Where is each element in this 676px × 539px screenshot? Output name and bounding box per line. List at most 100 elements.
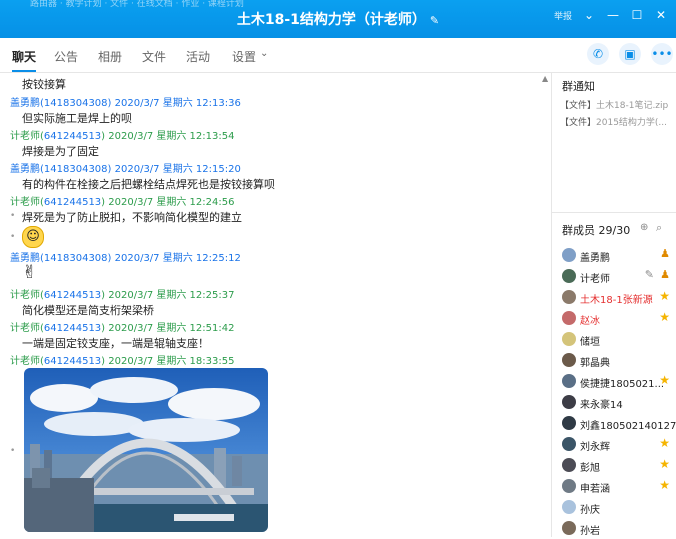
sender-qq[interactable]: 641244513 bbox=[44, 290, 101, 301]
sender-qq[interactable]: 641244513 bbox=[44, 356, 101, 367]
message-time: 2020/3/7 星期六 12:51:42 bbox=[108, 323, 235, 334]
tab-files[interactable]: 文件 bbox=[142, 48, 166, 65]
member-name: 彭旭 bbox=[580, 463, 600, 474]
message-time: 2020/3/7 星期六 12:25:12 bbox=[114, 253, 241, 264]
member-name: 刘永辉 bbox=[580, 442, 610, 453]
more-icon[interactable]: ••• bbox=[651, 43, 673, 65]
member-name: 盖勇鹏 bbox=[580, 253, 610, 264]
screen-share-icon[interactable]: ▣ bbox=[619, 43, 641, 65]
sender-qq[interactable]: 1418304308 bbox=[44, 164, 108, 175]
avatar bbox=[562, 521, 576, 535]
notice-file[interactable]: 土木18-1笔记.zip bbox=[596, 101, 668, 111]
message-text: 有的构件在栓接之后把螺栓结点焊死也是按铰接算呗 bbox=[22, 178, 275, 191]
sender-qq[interactable]: 641244513 bbox=[44, 197, 101, 208]
message-text: 焊死是为了防止脱扣，不影响简化模型的建立 bbox=[22, 211, 242, 224]
star-icon: ★ bbox=[659, 457, 670, 471]
member-item[interactable]: 侯捷捷1805021... ★ bbox=[560, 372, 674, 392]
message-sender: 计老师(641244513) 2020/3/7 星期六 12:13:54 bbox=[10, 131, 235, 142]
notice-file[interactable]: 2015结构力学(... bbox=[596, 118, 667, 128]
avatar bbox=[562, 269, 576, 283]
star-icon: ★ bbox=[659, 289, 670, 303]
sender-qq[interactable]: 641244513 bbox=[44, 323, 101, 334]
chat-area[interactable]: ▲ 按铰接算 盖勇鹏(1418304308) 2020/3/7 星期六 12:1… bbox=[0, 72, 552, 537]
report-link[interactable]: 举报 bbox=[554, 9, 572, 22]
member-name: 刘鑫180502140127 bbox=[580, 421, 676, 432]
member-item[interactable]: 储垣 bbox=[560, 330, 674, 350]
message-sender: 计老师(641244513) 2020/3/7 星期六 12:51:42 bbox=[10, 323, 235, 334]
phone-icon[interactable]: ✆ bbox=[587, 43, 609, 65]
message-sender: 计老师(641244513) 2020/3/7 星期六 12:24:56 bbox=[10, 197, 235, 208]
pencil-icon[interactable]: ✎ bbox=[430, 14, 439, 27]
members-count: 29/30 bbox=[598, 224, 631, 237]
sender-name: 计老师 bbox=[10, 197, 40, 208]
member-item[interactable]: 刘永辉 ★ bbox=[560, 435, 674, 455]
sender-name: 计老师 bbox=[10, 131, 40, 142]
sender-name: 计老师 bbox=[10, 356, 40, 367]
avatar bbox=[562, 374, 576, 388]
notice-item[interactable]: 【文件】2015结构力学(... bbox=[560, 115, 667, 128]
avatar bbox=[562, 458, 576, 472]
member-name: 申若涵 bbox=[580, 484, 610, 495]
close-icon[interactable]: ✕ bbox=[654, 8, 668, 22]
member-item[interactable]: 孙岩 bbox=[560, 519, 674, 539]
owner-icon: ♟ bbox=[660, 268, 670, 281]
chevron-down-icon[interactable]: ⌄ bbox=[582, 8, 596, 22]
tab-bar: 聊天 公告 相册 文件 活动 设置 ⌄ bbox=[0, 38, 676, 73]
member-item[interactable]: 土木18-1张新源 ★ bbox=[560, 288, 674, 308]
bridge-photo[interactable] bbox=[24, 368, 268, 532]
member-item[interactable]: 申若涵 ★ bbox=[560, 477, 674, 497]
avatar bbox=[562, 437, 576, 451]
side-panel: 群通知 【文件】土木18-1笔记.zip 【文件】2015结构力学(... 群成… bbox=[552, 72, 676, 537]
message-text: 简化模型还是简支桁架梁桥 bbox=[22, 304, 154, 317]
member-item[interactable]: 彭旭 ★ bbox=[560, 456, 674, 476]
sender-qq[interactable]: 641244513 bbox=[44, 131, 101, 142]
member-item[interactable]: 刘鑫180502140127 bbox=[560, 414, 676, 434]
bridge-photo-image bbox=[24, 368, 268, 532]
window-controls: 举报 ⌄ — ☐ ✕ bbox=[554, 8, 668, 22]
tab-chat[interactable]: 聊天 bbox=[12, 48, 37, 72]
member-item[interactable]: 郭晶典 bbox=[560, 351, 674, 371]
member-name: 孙岩 bbox=[580, 526, 600, 537]
bullet-icon: • bbox=[10, 232, 16, 242]
member-item[interactable]: 赵冰 ★ bbox=[560, 309, 674, 329]
sender-name: 盖勇鹏 bbox=[10, 164, 40, 175]
maximize-icon[interactable]: ☐ bbox=[630, 8, 644, 22]
member-name: 来永豪14 bbox=[580, 400, 623, 411]
tab-album[interactable]: 相册 bbox=[98, 48, 122, 65]
sender-qq[interactable]: 1418304308 bbox=[44, 253, 108, 264]
scroll-up-icon[interactable]: ▲ bbox=[542, 74, 548, 83]
member-name: 孙庆 bbox=[580, 505, 600, 516]
avatar bbox=[562, 500, 576, 514]
member-item[interactable]: 计老师 ✎ ♟ bbox=[560, 267, 674, 287]
avatar bbox=[562, 416, 576, 430]
member-name: 储垣 bbox=[580, 337, 600, 348]
member-item[interactable]: 盖勇鹏 ♟ bbox=[560, 246, 674, 266]
avatar bbox=[562, 353, 576, 367]
members-title: 群成员 bbox=[562, 224, 595, 237]
avatar bbox=[562, 395, 576, 409]
pencil-icon[interactable]: ✎ bbox=[645, 268, 654, 281]
chevron-down-icon[interactable]: ⌄ bbox=[260, 48, 268, 59]
tab-activity[interactable]: 活动 bbox=[186, 48, 210, 65]
tab-notice[interactable]: 公告 bbox=[54, 48, 78, 65]
member-item[interactable]: 孙庆 bbox=[560, 498, 674, 518]
tab-settings[interactable]: 设置 bbox=[232, 48, 256, 65]
message-time: 2020/3/7 星期六 12:15:20 bbox=[114, 164, 241, 175]
sender-qq[interactable]: 1418304308 bbox=[44, 98, 108, 109]
search-icon[interactable]: ⌕ bbox=[656, 221, 662, 235]
message-time: 2020/3/7 星期六 12:13:36 bbox=[114, 98, 241, 109]
sender-name: 计老师 bbox=[10, 323, 40, 334]
member-name: 侯捷捷1805021... bbox=[580, 379, 665, 390]
notice-title: 群通知 bbox=[562, 80, 595, 93]
message-time: 2020/3/7 星期六 12:13:54 bbox=[108, 131, 235, 142]
add-member-icon[interactable]: ⊕ bbox=[640, 222, 648, 233]
members-header: 群成员 29/30 bbox=[562, 222, 630, 238]
owner-icon: ♟ bbox=[660, 247, 670, 260]
minimize-icon[interactable]: — bbox=[606, 8, 620, 22]
window-title: 土木18-1结构力学（计老师） bbox=[236, 12, 426, 28]
notice-item[interactable]: 【文件】土木18-1笔记.zip bbox=[560, 98, 668, 111]
bullet-icon: • bbox=[10, 211, 16, 221]
member-item[interactable]: 来永豪14 bbox=[560, 393, 674, 413]
member-name: 郭晶典 bbox=[580, 358, 610, 369]
star-icon: ★ bbox=[659, 310, 670, 324]
